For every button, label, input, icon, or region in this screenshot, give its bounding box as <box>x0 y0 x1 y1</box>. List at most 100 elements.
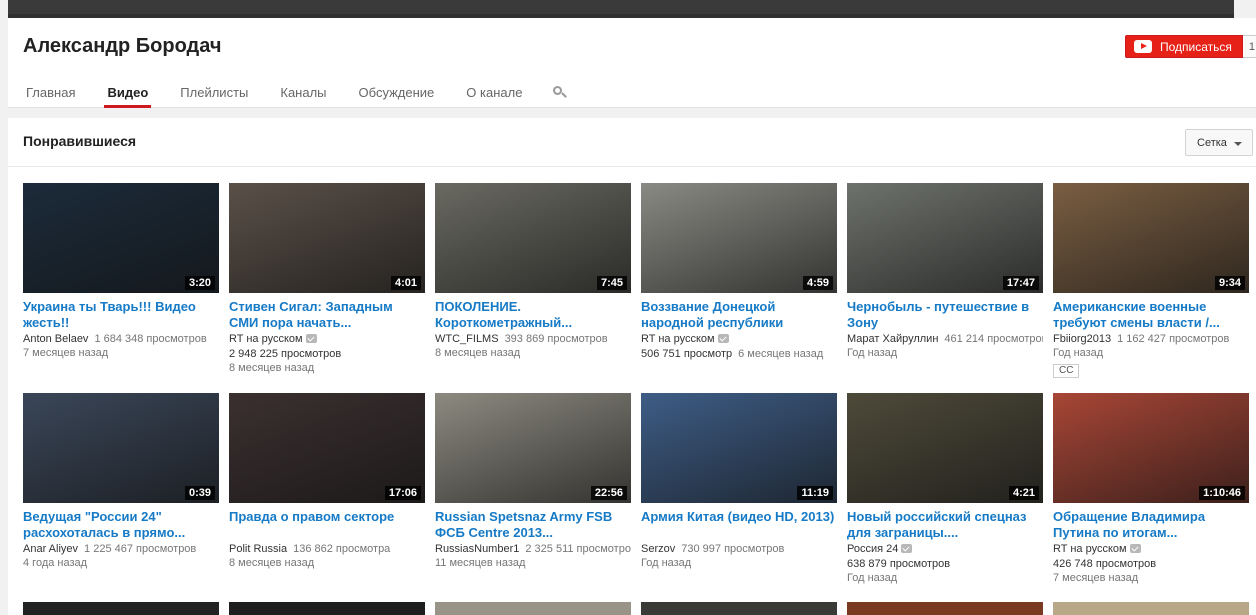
video-card[interactable]: 7:45 ПОКОЛЕНИЕ. Короткометражный... WTC_FI… <box>435 183 631 360</box>
chevron-down-icon <box>1234 142 1242 146</box>
video-thumbnail[interactable]: 1:10:46 <box>1053 393 1249 503</box>
video-card[interactable]: 4:01 Стивен Сигал: Западным СМИ пора нача… <box>229 183 425 375</box>
video-views: 506 751 просмотр <box>641 348 733 360</box>
video-thumbnail[interactable]: 17:06 <box>229 393 425 503</box>
video-title[interactable]: Стивен Сигал: Западным СМИ пора начать..… <box>229 299 425 331</box>
tab-playlists[interactable]: Плейлисты <box>177 78 251 108</box>
video-title[interactable]: Ведущая "России 24" расхохоталась в прям… <box>23 509 219 541</box>
verified-icon <box>1129 544 1141 553</box>
subscribe-button[interactable]: Подписаться <box>1125 35 1243 58</box>
channel-header: Александр Бородач Подписаться 1 Главная … <box>8 18 1256 108</box>
video-thumbnail[interactable] <box>229 602 425 615</box>
video-thumbnail[interactable] <box>23 602 219 615</box>
video-channel-link[interactable]: RussiasNumber1 <box>435 543 519 555</box>
video-card[interactable]: 17:47 Чернобыль - путешествие в Зону Марат… <box>847 183 1043 360</box>
closed-captions-badge: CC <box>1053 364 1080 378</box>
section-title: Понравившиеся <box>23 133 137 149</box>
subscribe-group: Подписаться 1 <box>1125 35 1256 58</box>
video-title[interactable]: Чернобыль - путешествие в Зону <box>847 299 1043 331</box>
video-duration: 1:10:46 <box>1199 486 1245 500</box>
video-thumbnail[interactable] <box>435 602 631 615</box>
video-thumbnail[interactable]: 4:21 <box>847 393 1043 503</box>
video-age: 8 месяцев назад <box>229 557 315 569</box>
video-card[interactable]: 17:06 Правда о правом секторе Polit Russia… <box>229 393 425 570</box>
video-card[interactable]: 11:19 Армия Китая (видео HD, 2013) Serzov 7… <box>641 393 837 570</box>
video-views: 136 862 просмотра <box>293 543 391 555</box>
video-age: 8 месяцев назад <box>435 347 521 359</box>
video-card[interactable]: 1:10:46 Обращение Владимира Путина по ито… <box>1053 393 1249 585</box>
video-meta-views: 2 948 225 просмотров <box>229 347 425 361</box>
videos-section: Понравившиеся Сетка 3:20 Украина ты Тварь… <box>8 118 1256 615</box>
video-meta: Serzov 730 997 просмотров <box>641 542 837 556</box>
video-channel-link[interactable]: RT на русском <box>641 333 715 345</box>
video-title[interactable]: Обращение Владимира Путина по итогам... <box>1053 509 1249 541</box>
tab-home[interactable]: Главная <box>23 78 78 108</box>
video-thumbnail[interactable]: 7:45 <box>435 183 631 293</box>
video-title[interactable]: Украина ты Тварь!!! Видео жесть!! <box>23 299 219 331</box>
youtube-play-icon <box>1134 40 1152 53</box>
video-thumbnail[interactable]: 4:59 <box>641 183 837 293</box>
video-thumbnail[interactable] <box>847 602 1043 615</box>
video-thumbnail[interactable]: 0:39 <box>23 393 219 503</box>
video-card[interactable]: 3:20 Украина ты Тварь!!! Видео жесть!! Ant… <box>23 183 219 360</box>
video-views: 461 214 просмотров <box>944 333 1043 345</box>
video-meta: RT на русском <box>641 332 837 346</box>
video-card[interactable]: 4:59 Воззвание Донецкой народной республи… <box>641 183 837 361</box>
view-mode-dropdown[interactable]: Сетка <box>1185 129 1253 156</box>
video-duration: 9:34 <box>1214 276 1245 290</box>
video-channel-link[interactable]: Fbiiorg2013 <box>1053 333 1111 345</box>
video-channel-link[interactable]: Россия 24 <box>847 543 898 555</box>
video-channel-link[interactable]: RT на русском <box>229 333 303 345</box>
video-card[interactable]: 0:39 Ведущая "России 24" расхохоталась в … <box>23 393 219 570</box>
tab-about[interactable]: О канале <box>463 78 525 108</box>
channel-tabs: Главная Видео Плейлисты Каналы Обсуждени… <box>23 78 568 108</box>
video-channel-link[interactable]: WTC_FILMS <box>435 333 499 345</box>
video-title[interactable]: Воззвание Донецкой народной республики <box>641 299 837 331</box>
verified-icon <box>305 334 317 343</box>
video-card[interactable]: 9:34 Американские военные требуют смены в… <box>1053 183 1249 378</box>
video-age: Год назад <box>641 557 692 569</box>
video-duration: 3:20 <box>184 276 215 290</box>
video-thumbnail[interactable]: 4:01 <box>229 183 425 293</box>
video-channel-link[interactable]: Anar Aliyev <box>23 543 78 555</box>
channel-title[interactable]: Александр Бородач <box>23 35 222 58</box>
verified-icon <box>901 544 913 553</box>
video-age: Год назад <box>847 347 898 359</box>
video-channel-link[interactable]: Anton Belaev <box>23 333 88 345</box>
video-title[interactable]: Американские военные требуют смены власт… <box>1053 299 1249 331</box>
video-title[interactable]: Новый российский спецназ для заграницы..… <box>847 509 1043 541</box>
video-channel-link[interactable]: Serzov <box>641 543 675 555</box>
video-channel-link[interactable]: Марат Хайруллин <box>847 333 938 345</box>
video-card[interactable]: 22:56 Russian Spetsnaz Army FSB ФСБ Centr… <box>435 393 631 570</box>
masthead-bar <box>0 0 1256 18</box>
video-age: 8 месяцев назад <box>229 362 315 374</box>
video-age: 4 года назад <box>23 557 88 569</box>
video-duration: 22:56 <box>590 486 627 500</box>
video-channel-link[interactable]: Polit Russia <box>229 543 287 555</box>
video-thumbnail[interactable]: 9:34 <box>1053 183 1249 293</box>
video-title[interactable]: Армия Китая (видео HD, 2013) <box>641 509 837 541</box>
video-age: 7 месяцев назад <box>23 347 109 359</box>
video-views: 2 948 225 просмотров <box>229 348 342 360</box>
video-age: 6 месяцев назад <box>738 348 824 360</box>
video-title[interactable]: Russian Spetsnaz Army FSB ФСБ Centre 201… <box>435 509 631 541</box>
tab-channels[interactable]: Каналы <box>277 78 329 108</box>
video-thumbnail[interactable]: 22:56 <box>435 393 631 503</box>
video-card[interactable]: 4:21 Новый российский спецназ для заграни… <box>847 393 1043 585</box>
video-title[interactable]: ПОКОЛЕНИЕ. Короткометражный... <box>435 299 631 331</box>
video-channel-link[interactable]: RT на русском <box>1053 543 1127 555</box>
video-views: 1 225 467 просмотров <box>84 543 197 555</box>
video-age: 7 месяцев назад <box>1053 572 1139 584</box>
tab-discussion[interactable]: Обсуждение <box>356 78 438 108</box>
video-thumbnail[interactable] <box>641 602 837 615</box>
video-thumbnail[interactable] <box>1053 602 1249 615</box>
video-title[interactable]: Правда о правом секторе <box>229 509 425 541</box>
video-meta-views: 506 751 просмотр 6 месяцев назад <box>641 347 837 361</box>
tab-videos[interactable]: Видео <box>104 78 152 108</box>
video-meta: Марат Хайруллин 461 214 просмотров <box>847 332 1043 346</box>
video-thumbnail[interactable]: 3:20 <box>23 183 219 293</box>
video-thumbnail[interactable]: 17:47 <box>847 183 1043 293</box>
video-duration: 7:45 <box>596 276 627 290</box>
search-icon[interactable] <box>551 78 568 108</box>
video-thumbnail[interactable]: 11:19 <box>641 393 837 503</box>
